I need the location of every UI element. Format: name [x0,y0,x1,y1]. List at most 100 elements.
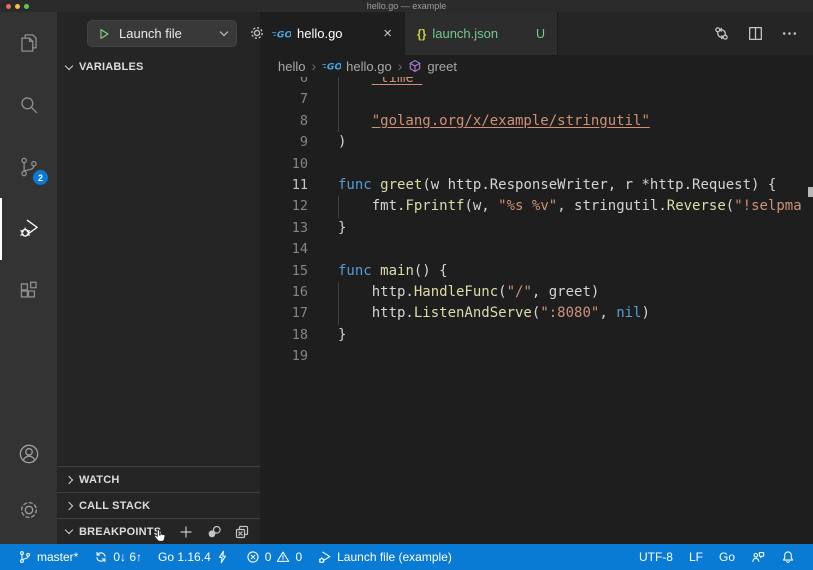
line-number: 15 [291,262,308,279]
status-sync-changes[interactable]: 0↓ 6↑ [86,544,150,570]
line-content: func main() { [338,261,813,282]
line-number: 8 [299,112,308,129]
section-label: WATCH [79,473,120,486]
activity-item-extensions[interactable] [0,260,57,322]
indent-guide [338,196,339,218]
line-content: func greet(w http.ResponseWriter, r *htt… [338,175,813,196]
status-label: 0↓ 6↑ [113,550,143,564]
status-git-branch[interactable]: master* [10,544,86,570]
section-header-breakpoints[interactable]: BREAKPOINTS [57,518,260,544]
section-header-watch[interactable]: WATCH [57,466,260,492]
code-line-17[interactable]: 17 http.ListenAndServe(":8080", nil) [260,303,813,325]
status-feedback[interactable] [743,544,773,570]
section-header-variables[interactable]: VARIABLES [57,55,260,79]
line-number: 12 [291,198,308,215]
code-token: ) [338,134,347,151]
branch-icon [18,550,32,564]
add-function-breakpoint-icon[interactable] [178,524,194,540]
breadcrumb-item-hello[interactable]: hello [278,59,305,74]
launch-config-dropdown[interactable]: Launch file [87,20,237,47]
status-bar: master* 0↓ 6↑ Go 1.16.4 0 0 Launch file (exam… [0,544,813,570]
status-language-mode[interactable]: Go [711,544,743,570]
code-token: "%s %v" [498,198,558,215]
tab-label: hello.go [297,26,343,41]
code-token: nil [616,305,642,322]
code-line-19[interactable]: 19 [260,346,813,367]
code-token: ":8080" [540,305,600,322]
variables-body[interactable] [57,79,260,466]
status-debug-launch-status[interactable]: Launch file (example) [310,544,460,570]
code-token: http. [338,305,414,322]
status-encoding[interactable]: UTF-8 [631,544,681,570]
activity-item-run-and-debug[interactable] [0,198,57,260]
line-content: http.ListenAndServe(":8080", nil) [338,303,813,325]
warning-triangle-icon [276,550,290,564]
status-label: master* [37,550,79,564]
breadcrumb-item-greet[interactable]: greet [408,59,457,74]
line-number: 19 [291,348,308,365]
more-actions-icon[interactable] [781,25,798,42]
activity-item-manage-settings[interactable] [0,482,57,538]
code-line-7[interactable]: 7 [260,89,813,111]
code-line-18[interactable]: 18} [260,325,813,346]
breadcrumb-label: hello [278,58,306,74]
code-line-16[interactable]: 16 http.HandleFunc("/", greet) [260,281,813,304]
activity-item-accounts[interactable] [0,426,57,482]
line-content: http.HandleFunc("/", greet) [338,281,813,304]
status-label: Go [718,550,735,564]
svg-text:GO: GO [277,29,291,39]
code-line-8[interactable]: 8 "golang.org/x/example/stringutil" [260,110,813,133]
code-line-6[interactable]: 6 "time" [260,77,813,90]
tab-hello-go[interactable]: GO hello.go × [260,12,405,55]
status-go-version[interactable]: Go 1.16.4 [150,544,238,570]
split-editor-icon[interactable] [747,25,764,42]
section-header-call-stack[interactable]: CALL STACK [57,492,260,518]
activity-item-search[interactable] [0,74,57,136]
status-eol[interactable]: LF [681,544,711,570]
json-file-icon: {} [417,26,427,41]
scm-changes-badge: 2 [33,170,48,185]
code-line-11[interactable]: 11 func greet(w http.ResponseWriter, r *h… [260,175,813,196]
line-number: 18 [291,326,308,343]
code-line-13[interactable]: 13} [260,218,813,239]
code-token: ListenAndServe [413,305,532,322]
breadcrumb-separator: › [397,58,403,74]
open-changes-icon[interactable] [713,25,730,42]
tab-bar: GO hello.go × {} launch.json U [260,12,813,55]
status-notifications[interactable] [773,544,803,570]
breadcrumb-label: hello.go [346,58,392,74]
activity-bar-bottom [0,426,57,544]
tab-label: launch.json [432,26,499,41]
status-label: 0 [295,550,303,564]
activity-item-source-control[interactable]: 2 [0,136,57,198]
code-line-10[interactable]: 10 [260,154,813,175]
code-line-15[interactable]: 15 func main() { [260,261,813,282]
status-label: UTF-8 [638,550,673,564]
line-number: 13 [291,219,308,236]
chevron-down-icon [219,27,229,37]
close-tab-icon[interactable]: × [383,26,392,41]
status-problems[interactable]: 00 [238,544,310,570]
activity-item-explorer[interactable] [0,12,57,74]
remove-all-breakpoints-icon[interactable] [234,524,250,540]
code-line-14[interactable]: 14 [260,239,813,260]
code-token: (w http.ResponseWriter, r *http.Request)… [422,176,777,193]
breadcrumb-item-hello-go[interactable]: GO hello.go [322,59,392,74]
configure-launch-gear-icon[interactable] [248,24,266,47]
code-token: , greet) [531,283,600,300]
status-label: Go 1.16.4 [158,550,211,564]
tab-launch-json[interactable]: {} launch.json U [405,12,558,55]
overview-ruler-cursor-mark [808,187,813,197]
breadcrumb: hello › GO hello.go › greet [260,55,813,77]
code-editor[interactable]: 6 "time" 7 8 "golang.org/x/example/stringu… [260,77,813,544]
launch-config-label: Launch file [119,26,182,41]
line-content [338,89,813,111]
toggle-active-breakpoints-icon[interactable] [206,524,222,540]
debug-toolbar: Launch file [57,12,263,55]
section-label: VARIABLES [79,61,144,73]
code-line-12[interactable]: 12 fmt.Fprintf(w, "%s %v", stringutil.Re… [260,196,813,218]
line-content [338,239,813,260]
code-line-9[interactable]: 9) [260,132,813,153]
start-debug-icon[interactable] [97,27,111,41]
sidebar-sections: VARIABLES WATCH CALL STACK BREAKPOINTS [57,55,260,544]
